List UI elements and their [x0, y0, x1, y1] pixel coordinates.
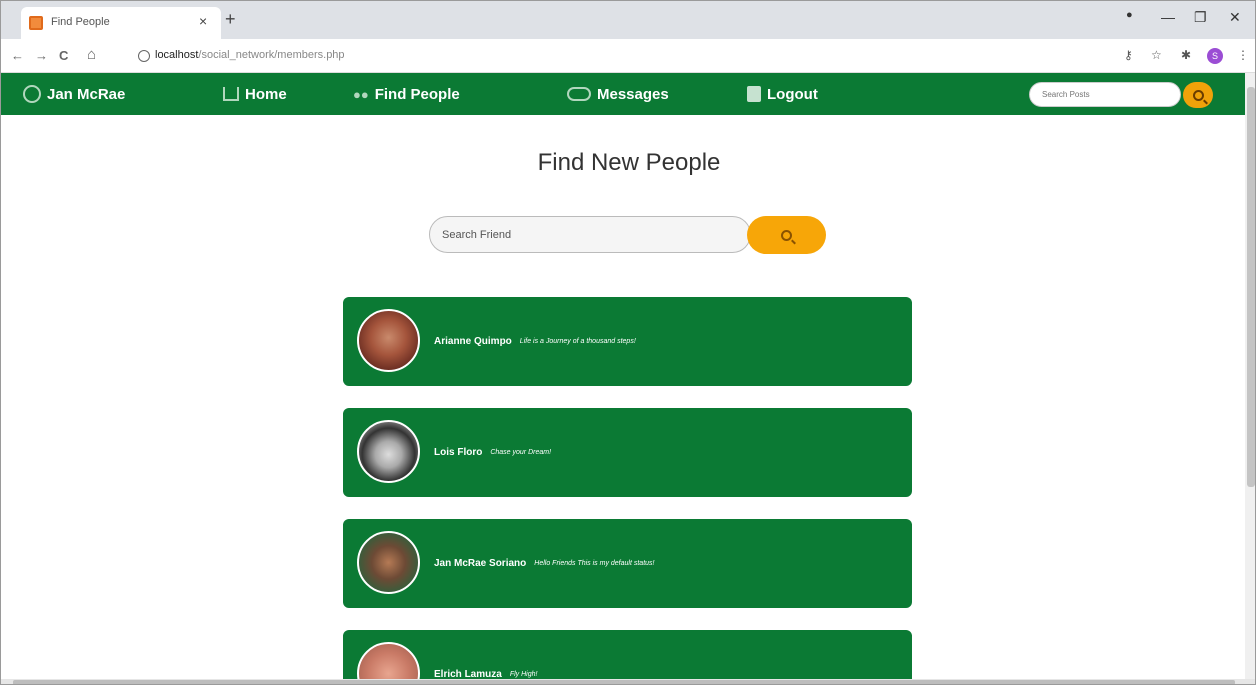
avatar [357, 309, 420, 372]
person-name: Arianne Quimpo [434, 336, 512, 347]
restore-icon[interactable]: ❐ [1194, 9, 1207, 26]
extensions-icon[interactable]: ✱ [1181, 48, 1191, 62]
address-bar: ← → C ⌂ localhost/social_network/members… [1, 39, 1255, 73]
browser-window: Find People × + ● — ❐ ✕ ← → C ⌂ localhos… [0, 0, 1256, 685]
reload-icon[interactable]: C [59, 48, 68, 63]
person-name: Jan McRae Soriano [434, 558, 527, 569]
nav-messages[interactable]: Messages [567, 73, 669, 115]
nav-home-label: Home [245, 85, 287, 103]
person-card[interactable]: Arianne Quimpo Life is a Journey of a th… [343, 297, 912, 386]
nav-home[interactable]: Home [223, 73, 287, 115]
vertical-scrollbar[interactable] [1245, 73, 1255, 679]
url-field[interactable]: localhost/social_network/members.php [155, 49, 345, 61]
nav-find-people-label: Find People [374, 85, 460, 103]
url-path: /social_network/members.php [198, 49, 345, 61]
post-search-input[interactable] [1029, 82, 1181, 107]
avatar [357, 531, 420, 594]
person-info: Jan McRae Soriano Hello Friends This is … [434, 519, 654, 608]
page-title: Find New People [537, 149, 721, 176]
person-info: Elrich Lamuza Fly High! [434, 630, 538, 684]
nav-messages-label: Messages [597, 85, 669, 103]
tab-bar: Find People × + ● — ❐ ✕ [1, 1, 1255, 39]
nav-user-profile[interactable]: Jan McRae [23, 73, 125, 115]
menu-icon[interactable]: ⋮ [1237, 48, 1249, 62]
person-info: Lois Floro Chase your Dream! [434, 408, 551, 497]
person-status: Fly High! [509, 671, 538, 678]
search-icon [781, 229, 792, 241]
person-status: Hello Friends This is my default status! [534, 560, 655, 567]
logout-icon [747, 86, 761, 102]
messages-icon [567, 87, 591, 101]
key-icon[interactable]: ⚷ [1124, 48, 1133, 62]
horizontal-scrollbar[interactable] [1, 679, 1255, 684]
vertical-scroll-thumb[interactable] [1247, 87, 1255, 487]
back-icon[interactable]: ← [11, 48, 24, 63]
nav-find-people[interactable]: ●● Find People [353, 73, 460, 115]
user-icon [23, 85, 41, 103]
record-icon[interactable]: ● [1126, 9, 1133, 21]
browser-tab[interactable]: Find People × [21, 7, 221, 39]
minimize-icon[interactable]: — [1161, 9, 1175, 25]
friend-search-button[interactable] [747, 216, 826, 254]
person-card[interactable]: Elrich Lamuza Fly High! [343, 630, 912, 684]
person-card[interactable]: Lois Floro Chase your Dream! [343, 408, 912, 497]
people-icon: ●● [353, 86, 369, 102]
nav-logout[interactable]: Logout [747, 73, 818, 115]
favicon-icon [29, 16, 43, 30]
profile-avatar[interactable]: S [1207, 48, 1223, 64]
person-card[interactable]: Jan McRae Soriano Hello Friends This is … [343, 519, 912, 608]
forward-icon[interactable]: → [35, 48, 48, 63]
person-info: Arianne Quimpo Life is a Journey of a th… [434, 297, 636, 386]
new-tab-icon[interactable]: + [225, 9, 236, 30]
search-icon [1192, 89, 1204, 101]
nav-user-name: Jan McRae [47, 85, 126, 103]
info-icon[interactable] [138, 50, 150, 62]
home-icon[interactable]: ⌂ [87, 46, 96, 63]
nav-logout-label: Logout [767, 85, 818, 103]
post-search-button[interactable] [1183, 82, 1213, 108]
tab-close-icon[interactable]: × [199, 13, 207, 29]
url-host: localhost [155, 49, 199, 61]
tab-title: Find People [51, 16, 110, 28]
person-status: Life is a Journey of a thousand steps! [519, 338, 636, 345]
avatar [357, 420, 420, 483]
person-status: Chase your Dream! [490, 449, 552, 456]
house-icon [223, 87, 239, 101]
star-icon[interactable]: ☆ [1151, 48, 1162, 62]
close-window-icon[interactable]: ✕ [1229, 9, 1241, 26]
horizontal-scroll-thumb[interactable] [13, 680, 1235, 684]
friend-search-input[interactable] [429, 216, 751, 253]
person-name: Lois Floro [434, 447, 483, 458]
